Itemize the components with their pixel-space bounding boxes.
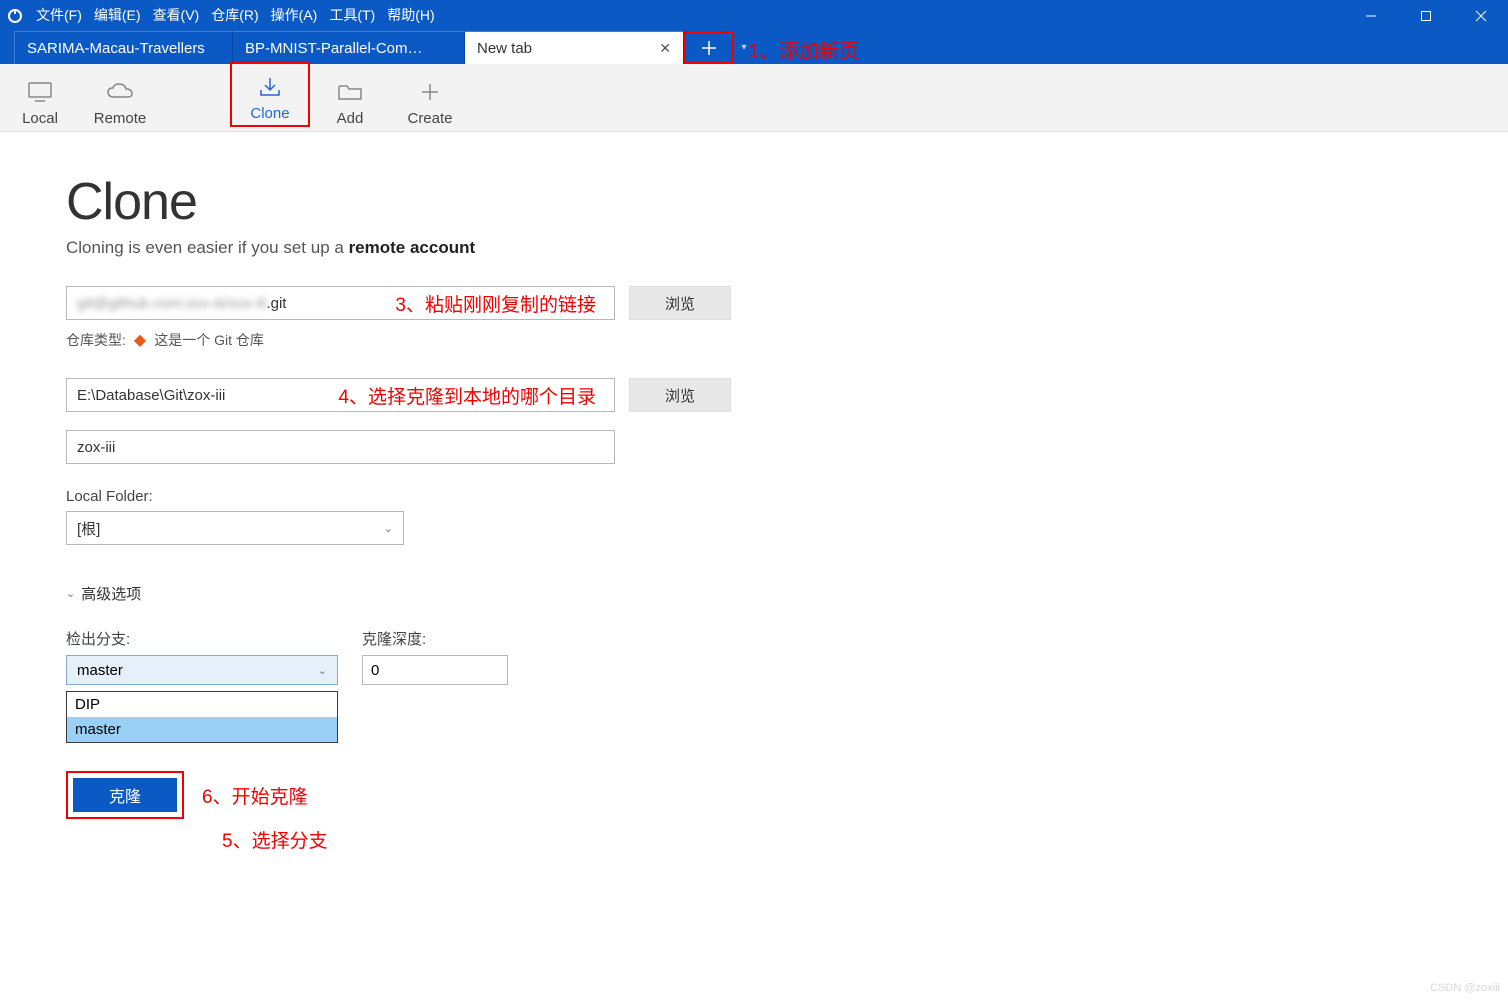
page-title: Clone [66,172,731,232]
new-tab-button[interactable] [684,31,734,64]
menu-edit[interactable]: 编辑(E) [88,0,147,31]
page-subtitle: Cloning is even easier if you set up a r… [66,238,731,258]
cloud-icon [106,78,134,106]
source-url-input[interactable]: git@github.com:zox-iii/zox-iii.git 3、粘贴刚… [66,286,615,320]
annotation-1: 1、添加新页 [748,35,859,64]
clone-depth-label: 克隆深度: [362,628,508,649]
blurred-url-text: git@github.com:zox-iii/zox-iii [77,295,266,312]
toolbar-label: Local [22,110,58,127]
name-input[interactable]: zox-iii [66,430,615,464]
plus-icon [420,78,440,106]
toolbar-remote[interactable]: Remote [80,78,160,127]
tab-sarima[interactable]: SARIMA-Macau-Travellers [14,31,233,64]
menu-help[interactable]: 帮助(H) [381,0,440,31]
branch-dropdown-list: DIP master [66,691,338,743]
advanced-options-toggle[interactable]: ⌄ 高级选项 [66,583,731,604]
toolbar-create[interactable]: Create [390,78,470,127]
branch-option-master[interactable]: master [67,717,337,742]
clone-button[interactable]: 克隆 [73,778,177,812]
annotation-6: 6、开始克隆 [202,782,308,809]
clone-depth-input[interactable] [362,655,508,685]
chevron-down-icon: ⌄ [66,587,75,600]
menu-view[interactable]: 查看(V) [147,0,206,31]
repo-type-label: 仓库类型: [66,330,126,350]
tab-new[interactable]: New tab ✕ [465,31,684,64]
branch-select[interactable]: master ⌄ [66,655,338,685]
annotation-3: 3、粘贴刚刚复制的链接 [395,290,604,317]
menu-repo[interactable]: 仓库(R) [205,0,264,31]
remote-account-link[interactable]: remote account [349,238,476,257]
toolbar-local[interactable]: Local [0,78,80,127]
menu-tools[interactable]: 工具(T) [323,0,381,31]
window-minimize-button[interactable] [1343,0,1398,31]
browse-dest-button[interactable]: 浏览 [629,378,731,412]
local-folder-label: Local Folder: [66,488,731,505]
tab-label: New tab [477,40,532,57]
plus-icon [701,40,717,56]
toolbar-label: Clone [250,105,289,122]
menu-file[interactable]: 文件(F) [30,0,88,31]
window-close-button[interactable] [1453,0,1508,31]
annotation-4: 4、选择克隆到本地的哪个目录 [338,382,604,409]
monitor-icon [27,78,53,106]
annotation-6-box: 克隆 [66,771,184,819]
folder-icon [337,78,363,106]
dest-path-input[interactable]: E:\Database\Git\zox-iii 4、选择克隆到本地的哪个目录 [66,378,615,412]
toolbar-label: Create [407,110,452,127]
tab-label: BP-MNIST-Parallel-Com… [245,40,423,57]
annotation-5: 5、选择分支 [222,826,328,853]
git-icon: ◆ [134,330,146,350]
menu-action[interactable]: 操作(A) [265,0,324,31]
toolbar-clone[interactable]: Clone 2、克隆 [230,61,310,127]
local-folder-select[interactable]: [根] ⌄ [66,511,404,545]
browse-source-button[interactable]: 浏览 [629,286,731,320]
menu-bar: 文件(F) 编辑(E) 查看(V) 仓库(R) 操作(A) 工具(T) 帮助(H… [30,0,441,31]
repo-type-value: 这是一个 Git 仓库 [154,330,264,350]
watermark: CSDN @zoxiii [1430,982,1500,994]
toolbar-label: Remote [94,110,147,127]
checkout-branch-label: 检出分支: [66,628,338,649]
branch-option-dip[interactable]: DIP [67,692,337,717]
tab-label: SARIMA-Macau-Travellers [27,40,205,57]
chevron-down-icon: ⌄ [318,664,327,677]
download-icon [258,73,282,101]
chevron-down-icon: ⌄ [384,522,393,535]
tab-bp-mnist[interactable]: BP-MNIST-Parallel-Com… [233,31,465,64]
app-logo [0,0,30,31]
toolbar-label: Add [337,110,364,127]
window-maximize-button[interactable] [1398,0,1453,31]
tab-close-icon[interactable]: ✕ [629,40,671,57]
toolbar-add[interactable]: Add [310,78,390,127]
